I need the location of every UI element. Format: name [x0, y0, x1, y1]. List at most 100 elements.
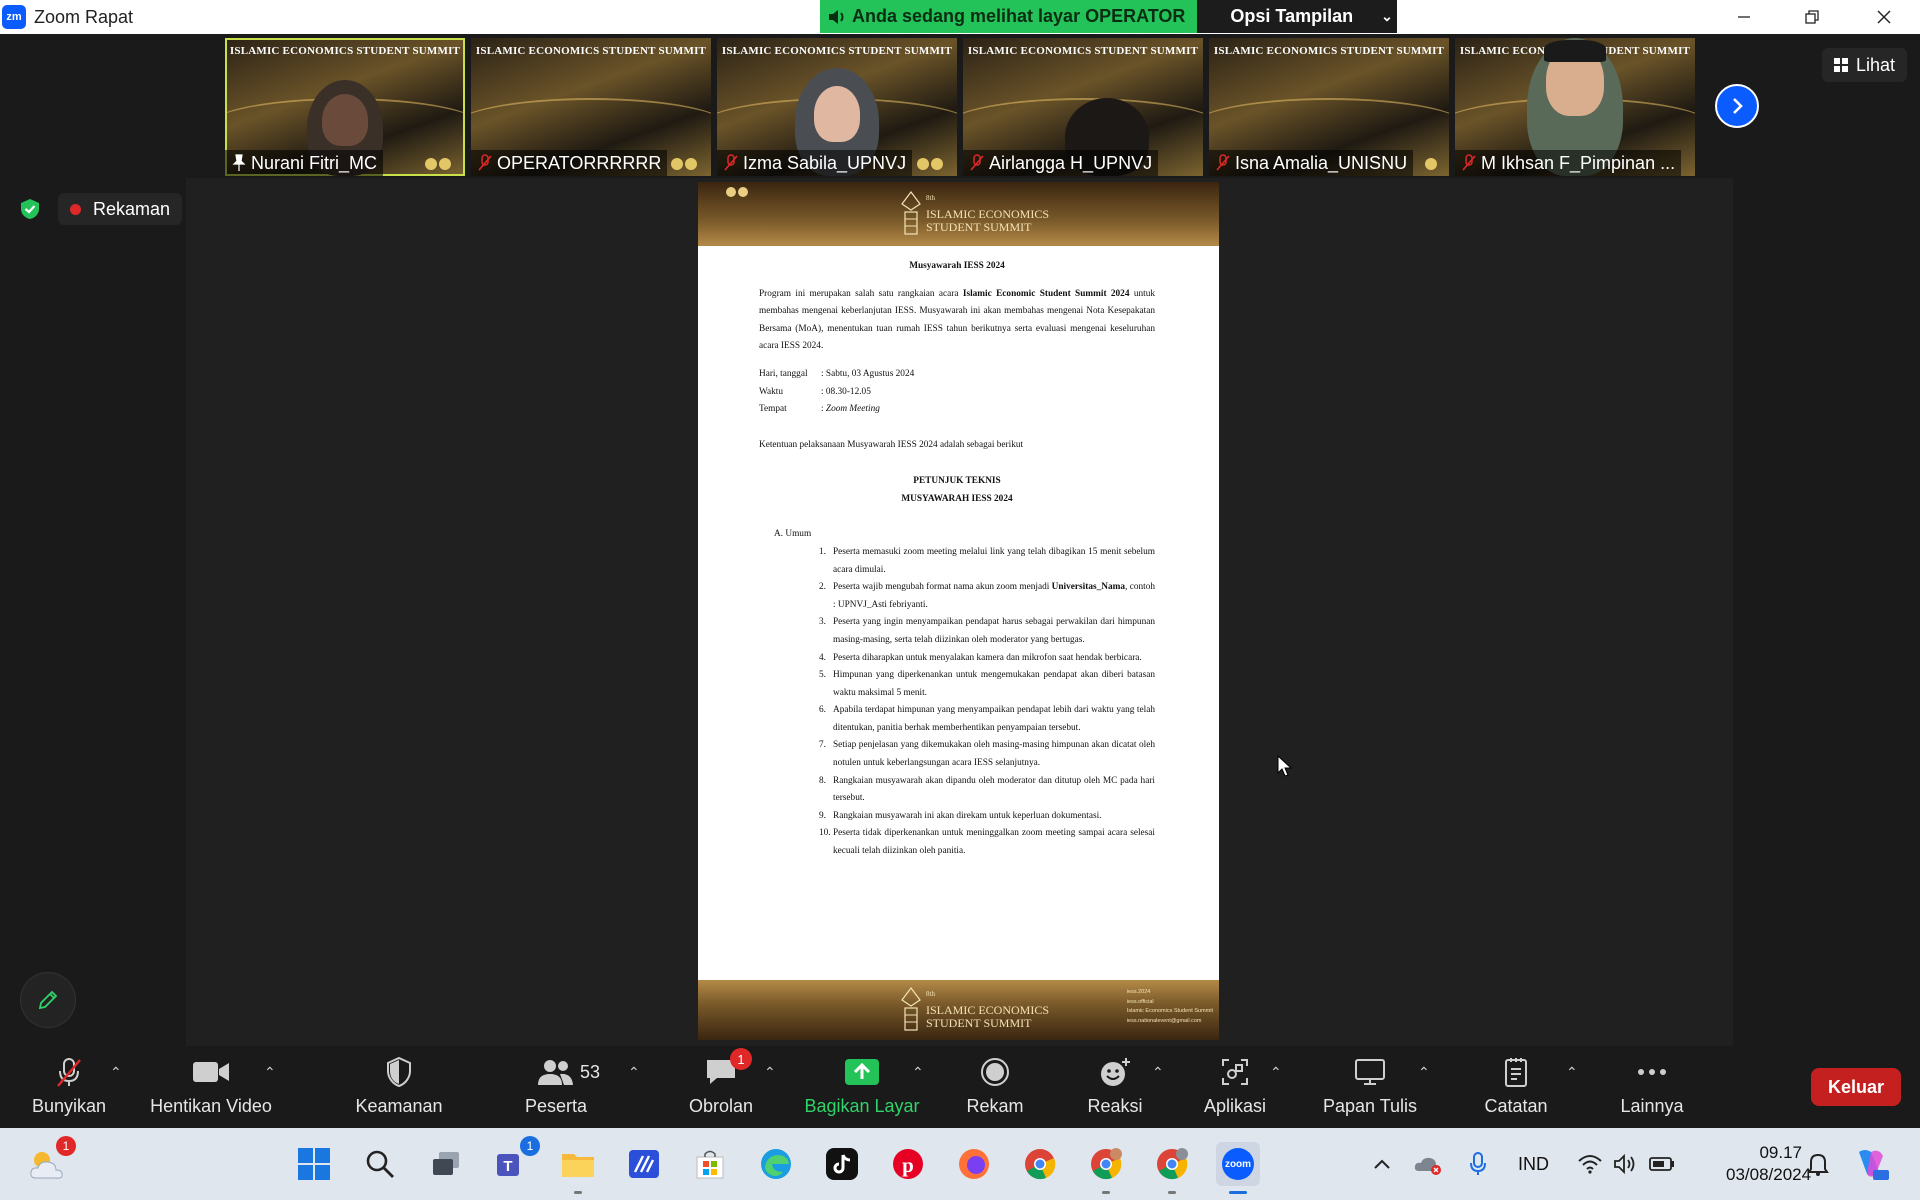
tiktok-app[interactable]: [820, 1142, 864, 1186]
reactions-options-caret[interactable]: ⌃: [1152, 1064, 1164, 1081]
participant-name: Izma Sabila_UPNVJ: [743, 152, 907, 173]
section-heading: A. Umum: [774, 529, 812, 540]
chrome-profile-app[interactable]: [1150, 1142, 1194, 1194]
share-options-caret[interactable]: ⌃: [912, 1064, 924, 1081]
weather-widget[interactable]: 1: [26, 1136, 76, 1186]
copilot-button[interactable]: [1848, 1142, 1894, 1186]
search-button[interactable]: [358, 1142, 402, 1186]
notifications-button[interactable]: [1800, 1142, 1836, 1186]
more-dots-icon: [1638, 1069, 1666, 1075]
more-button[interactable]: Lainnya: [1612, 1046, 1692, 1128]
reactions-button[interactable]: Reaksi: [1080, 1046, 1150, 1128]
chevron-down-icon: ⌄: [1381, 8, 1393, 24]
battery-status[interactable]: [1644, 1142, 1680, 1186]
participant-name: OPERATORRRRRR: [497, 152, 662, 173]
share-screen-button[interactable]: Bagikan Layar: [800, 1046, 924, 1128]
unmute-label: Bunyikan: [31, 1096, 107, 1116]
security-button[interactable]: Keamanan: [352, 1046, 446, 1128]
participant-face: [814, 86, 860, 142]
document-body: Musyawarah IESS 2024 Program ini merupak…: [759, 258, 1155, 861]
video-tile[interactable]: ISLAMIC ECONOMICS STUDENT SUMMIT Isna Am…: [1209, 38, 1449, 176]
viewing-text: Anda sedang melihat layar OPERATOR: [852, 6, 1186, 26]
iess-emblem-icon: [901, 987, 921, 1031]
show-hidden-icons-button[interactable]: [1362, 1142, 1402, 1186]
video-tile[interactable]: ISLAMIC ECONOMICS STUDENT SUMMIT Nurani …: [225, 38, 465, 176]
volume-status[interactable]: [1608, 1142, 1644, 1186]
edge-browser-app[interactable]: [754, 1142, 798, 1186]
tile-background-decoration: [471, 98, 711, 158]
microphone-icon: [1470, 1152, 1486, 1175]
view-options-dropdown[interactable]: Opsi Tampilan ⌄: [1197, 0, 1398, 33]
notes-button[interactable]: Catatan: [1476, 1046, 1556, 1128]
more-label: Lainnya: [1620, 1096, 1684, 1116]
view-button[interactable]: Lihat: [1822, 48, 1908, 82]
microsoft-store-app[interactable]: [688, 1142, 732, 1186]
app-shortcut[interactable]: [622, 1142, 666, 1186]
onedrive-status[interactable]: [1408, 1142, 1448, 1186]
video-tile[interactable]: ISLAMIC ECONOMICS STUDENT SUMMIT Airlang…: [963, 38, 1203, 176]
apps-options-caret[interactable]: ⌃: [1270, 1064, 1282, 1081]
participant-gallery: ISLAMIC ECONOMICS STUDENT SUMMIT Nurani …: [225, 38, 1695, 176]
emblem-icon: [671, 158, 683, 170]
recording-indicator[interactable]: Rekaman: [58, 193, 183, 225]
participants-label: Peserta: [524, 1096, 588, 1116]
list-item: 6. Apabila terdapat himpunan yang menyamp…: [819, 705, 1155, 733]
wifi-status[interactable]: [1572, 1142, 1608, 1186]
audio-options-caret[interactable]: ⌃: [110, 1064, 122, 1081]
teams-app[interactable]: T 1: [490, 1136, 540, 1186]
file-explorer-app[interactable]: [556, 1142, 600, 1194]
start-button[interactable]: [292, 1142, 336, 1186]
minimize-icon: [1738, 16, 1750, 18]
participants-button[interactable]: Peserta: [518, 1046, 594, 1128]
chrome-app[interactable]: [1018, 1142, 1062, 1186]
encryption-shield-icon[interactable]: [18, 197, 42, 221]
mic-muted-icon: [1462, 154, 1476, 171]
whiteboard-options-caret[interactable]: ⌃: [1418, 1064, 1430, 1081]
svg-text:p: p: [902, 1153, 914, 1177]
stop-video-button[interactable]: Hentikan Video: [144, 1046, 278, 1128]
pinterest-app[interactable]: p: [886, 1142, 930, 1186]
mic-muted-icon: [57, 1058, 81, 1087]
participants-options-caret[interactable]: ⌃: [628, 1064, 640, 1081]
video-tile[interactable]: ISLAMIC ECONOMICS STUDENT SUMMIT Izma Sa…: [717, 38, 957, 176]
video-tile[interactable]: ISLAMIC ECONOMICS STUDENT SUMMIT M Ikhsa…: [1455, 38, 1695, 176]
store-icon: [696, 1150, 724, 1179]
share-screen-label: Bagikan Layar: [804, 1096, 920, 1116]
volume-icon: [1614, 1153, 1635, 1175]
zoom-app[interactable]: zoom: [1216, 1142, 1260, 1194]
participant-nameplate: Izma Sabila_UPNVJ: [717, 150, 913, 176]
shield-icon: [387, 1056, 411, 1088]
video-tile[interactable]: ISLAMIC ECONOMICS STUDENT SUMMIT OPERATO…: [471, 38, 711, 176]
next-page-button[interactable]: [1715, 84, 1759, 128]
close-button[interactable]: [1850, 0, 1918, 34]
share-screen-icon: [845, 1059, 879, 1085]
apps-button[interactable]: Aplikasi: [1198, 1046, 1272, 1128]
view-button-label: Lihat: [1856, 54, 1896, 75]
input-language[interactable]: IND: [1518, 1128, 1549, 1200]
whiteboard-button[interactable]: Papan Tulis: [1318, 1046, 1422, 1128]
firefox-app[interactable]: [952, 1142, 996, 1186]
minimize-button[interactable]: [1710, 0, 1778, 34]
unmute-button[interactable]: Bunyikan: [24, 1046, 114, 1128]
system-clock[interactable]: 09.17 03/08/2024: [1726, 1142, 1811, 1186]
chevron-right-icon: [1733, 98, 1743, 114]
running-indicator: [1229, 1191, 1247, 1194]
record-button[interactable]: Rekam: [958, 1046, 1032, 1128]
notes-options-caret[interactable]: ⌃: [1566, 1064, 1578, 1081]
annotate-button[interactable]: [20, 972, 76, 1028]
task-view-button[interactable]: [424, 1142, 468, 1186]
firefox-icon: [959, 1149, 989, 1179]
microphone-status[interactable]: [1458, 1142, 1498, 1186]
clock-time: 09.17: [1759, 1143, 1802, 1162]
chat-button[interactable]: 1 Obrolan: [680, 1046, 762, 1128]
info-row: Waktu: 08.30-12.05: [759, 386, 871, 397]
emblem-icon: [726, 187, 736, 197]
restore-button[interactable]: [1778, 0, 1846, 34]
chat-options-caret[interactable]: ⌃: [764, 1064, 776, 1081]
whiteboard-label: Papan Tulis: [1322, 1096, 1418, 1116]
leave-button[interactable]: Keluar: [1811, 1068, 1901, 1106]
chrome-profile-app[interactable]: [1084, 1142, 1128, 1194]
running-indicator: [574, 1191, 582, 1194]
info-row: Hari, tanggal: Sabtu, 03 Agustus 2024: [759, 368, 915, 379]
video-options-caret[interactable]: ⌃: [264, 1064, 276, 1081]
